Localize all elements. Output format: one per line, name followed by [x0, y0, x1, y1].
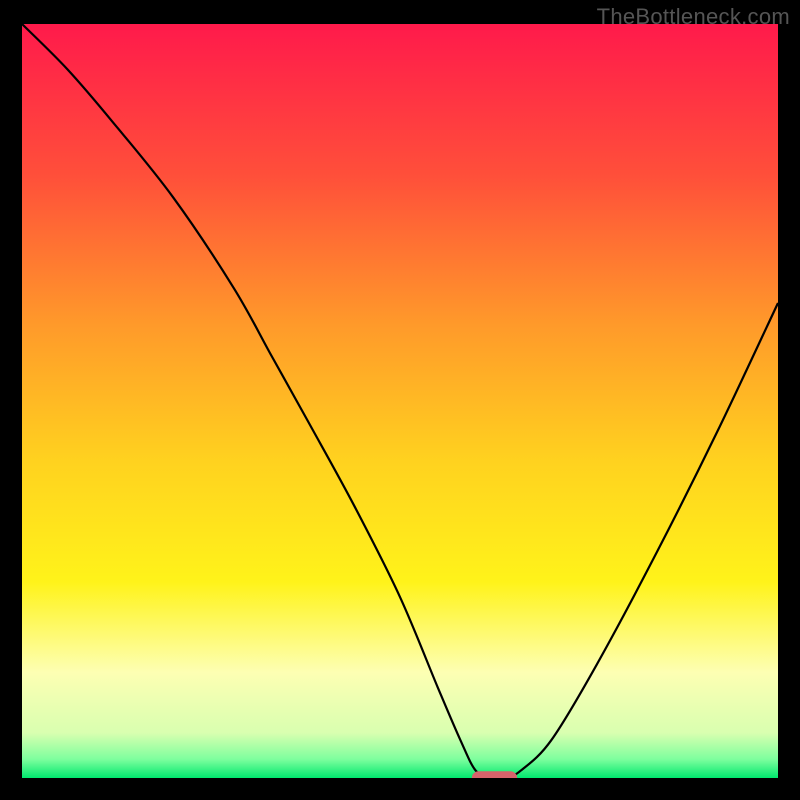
plot-svg	[22, 24, 778, 778]
optimal-point-marker	[472, 771, 517, 778]
watermark-text: TheBottleneck.com	[597, 4, 790, 30]
plot-container	[22, 24, 778, 778]
chart-frame: TheBottleneck.com	[0, 0, 800, 800]
gradient-background	[22, 24, 778, 778]
